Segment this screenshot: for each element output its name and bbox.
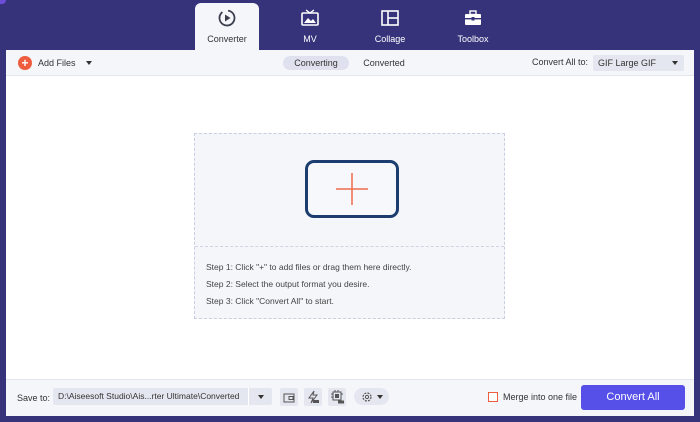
converter-panel: + Add Files Converting Converted Convert… [6, 50, 694, 416]
segment-label: Converting [294, 58, 338, 68]
merge-into-one-file-option[interactable]: Merge into one file [488, 392, 577, 402]
step-2: Step 2: Select the output format you des… [206, 279, 370, 289]
chevron-down-icon [672, 61, 678, 65]
tab-collage[interactable]: Collage [358, 3, 422, 50]
collage-icon [380, 8, 400, 28]
output-format-select[interactable]: GIF Large GIF [593, 55, 684, 71]
tab-mv[interactable]: MV [278, 3, 342, 50]
window-corner-indicator [0, 0, 6, 4]
gpu-acceleration-button[interactable] [328, 388, 346, 406]
path-field-separator [248, 388, 249, 405]
segment-label: Converted [363, 58, 405, 68]
gear-icon [361, 391, 372, 402]
instruction-steps: Step 1: Click "+" to add files or drag t… [206, 262, 412, 313]
open-folder-button[interactable] [280, 388, 298, 406]
converter-icon [217, 8, 237, 28]
convert-all-to-label: Convert All to: [531, 57, 588, 67]
add-icon: + [18, 56, 32, 70]
cpu-off-icon [330, 390, 344, 404]
save-path-value: D:\Aiseesoft Studio\Ais...rter Ultimate\… [58, 391, 240, 401]
convert-all-button[interactable]: Convert All [581, 385, 685, 410]
lightning-off-icon [308, 390, 319, 404]
tab-toolbox[interactable]: Toolbox [441, 3, 505, 50]
tab-converted[interactable]: Converted [355, 56, 413, 70]
chevron-down-icon[interactable] [258, 395, 264, 399]
file-drop-zone[interactable]: Step 1: Click "+" to add files or drag t… [194, 133, 505, 319]
drop-zone-divider [195, 246, 504, 247]
add-files-label: Add Files [38, 58, 76, 68]
tab-converter[interactable]: Converter [195, 3, 259, 50]
merge-checkbox[interactable] [488, 392, 498, 402]
merge-label: Merge into one file [503, 392, 578, 402]
tab-label: Collage [374, 34, 406, 44]
save-to-label: Save to: [17, 393, 51, 403]
mv-icon [300, 8, 320, 28]
converter-toolbar: + Add Files Converting Converted Convert… [6, 50, 694, 76]
toolbox-icon [463, 8, 483, 28]
hardware-acceleration-button[interactable] [304, 388, 322, 406]
chevron-down-icon[interactable] [85, 61, 92, 65]
tab-label: Toolbox [457, 34, 489, 44]
add-file-plus-button[interactable] [305, 160, 399, 218]
save-path-field[interactable]: D:\Aiseesoft Studio\Ais...rter Ultimate\… [53, 388, 272, 405]
chevron-down-icon [376, 394, 383, 399]
top-navigation: Converter MV Collage Toolbox [0, 0, 700, 50]
bottom-bar: Save to: D:\Aiseesoft Studio\Ais...rter … [6, 379, 694, 416]
step-1: Step 1: Click "+" to add files or drag t… [206, 262, 412, 272]
settings-button[interactable] [354, 388, 389, 405]
step-3: Step 3: Click "Convert All" to start. [206, 296, 334, 306]
plus-icon [336, 173, 368, 205]
folder-icon [283, 393, 295, 402]
tab-label: Converter [207, 34, 247, 44]
format-value: GIF Large GIF [598, 58, 657, 68]
tab-converting[interactable]: Converting [283, 56, 349, 70]
tab-label: MV [303, 34, 317, 44]
add-files-button[interactable]: + Add Files [18, 55, 92, 71]
